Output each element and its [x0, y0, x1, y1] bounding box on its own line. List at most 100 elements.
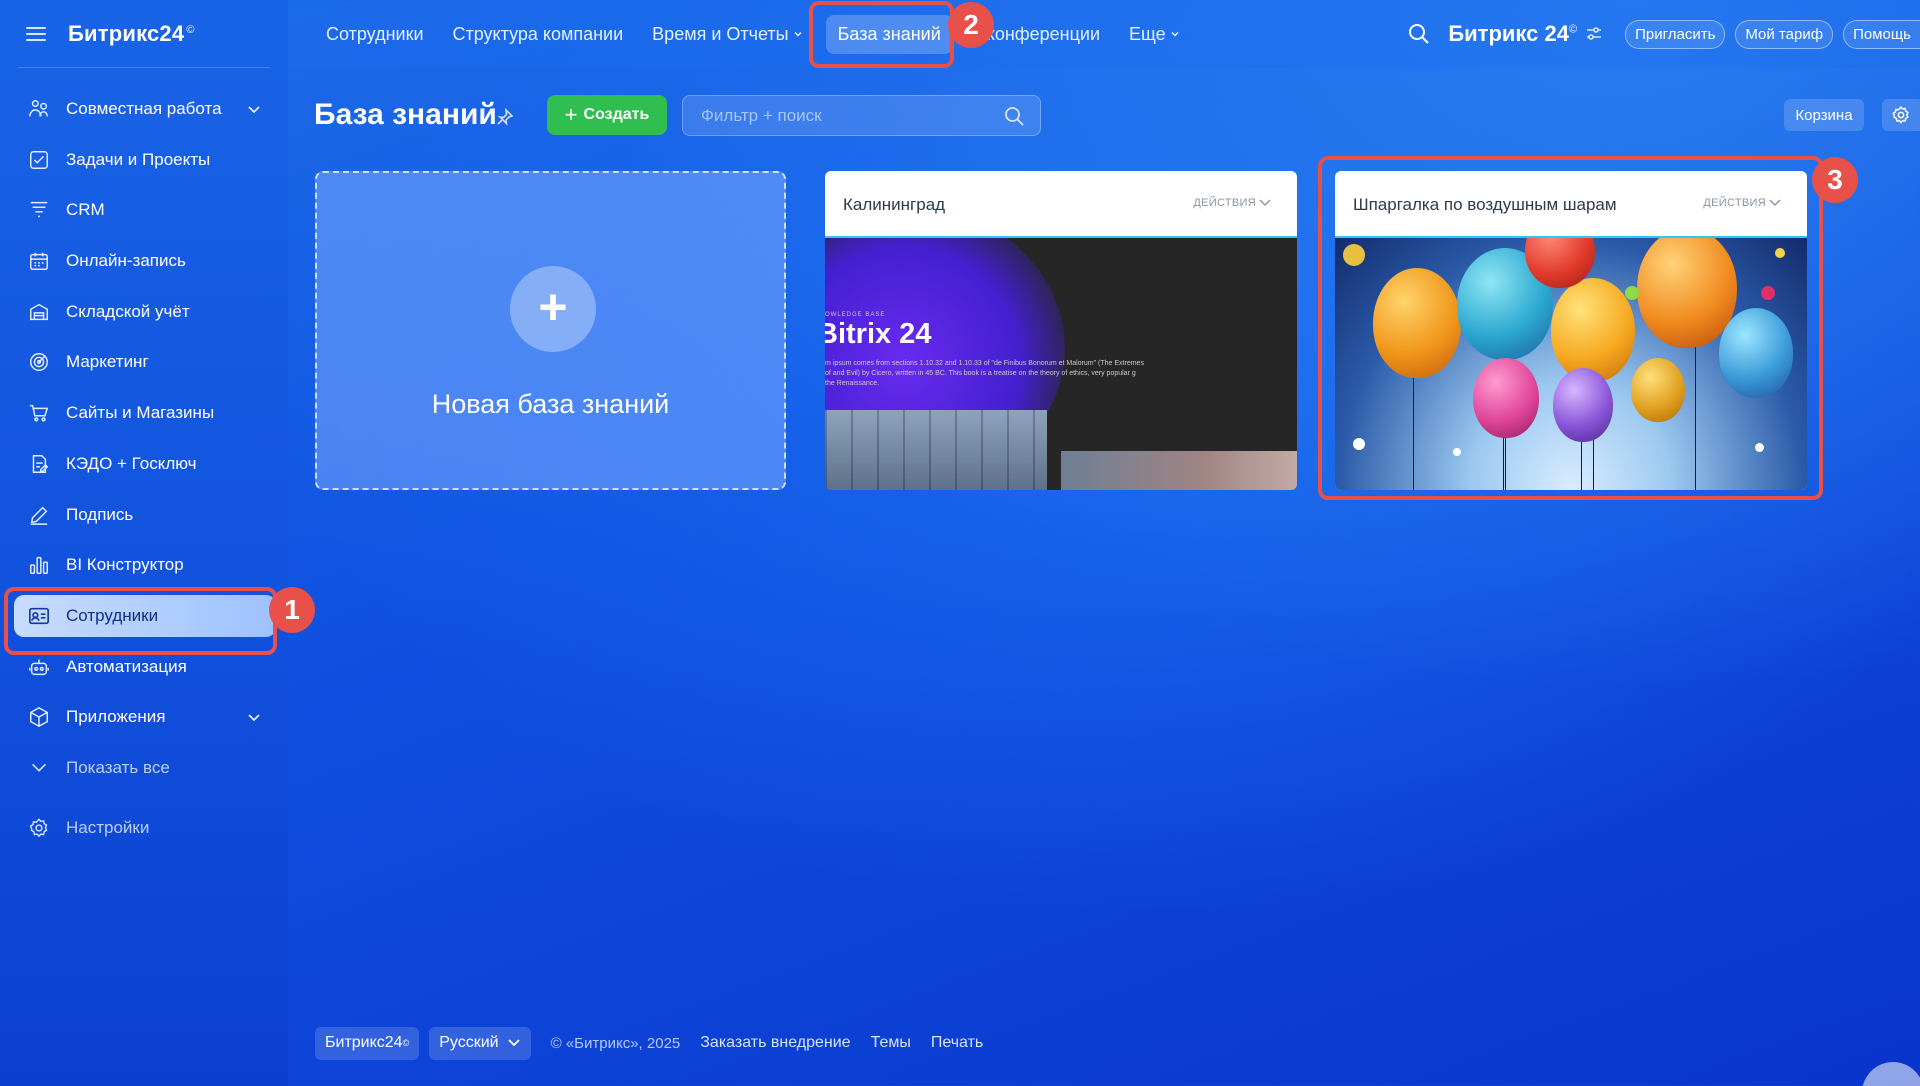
help-button[interactable]: Помощь: [1843, 19, 1920, 49]
new-card-label: Новая база знаний: [431, 389, 670, 419]
actions-label: ДЕЙСТВИЯ: [1193, 197, 1256, 209]
chevron-down-icon: [248, 106, 260, 114]
chat-bubble-button[interactable]: [1862, 1062, 1920, 1086]
footer-brand-button[interactable]: Битрикс24 ©: [315, 1026, 420, 1060]
plus-icon: +: [564, 102, 578, 127]
menu-icon[interactable]: [26, 27, 46, 41]
sidebar-item-label: Маркетинг: [66, 352, 149, 372]
plus-icon: +: [510, 266, 596, 352]
crm-funnel-icon: [30, 202, 48, 218]
sidebar-item-label: BI Конструктор: [66, 555, 184, 575]
topnav-time-reports[interactable]: Время и Отчеты: [652, 24, 802, 45]
top-nav: Сотрудники Структура компании Время и От…: [326, 0, 1209, 68]
topnav-more[interactable]: Еще: [1129, 24, 1180, 45]
sidebar-item-label: КЭДО + Госключ: [66, 453, 197, 473]
tasks-icon: [30, 150, 48, 169]
card-thumbnail: OWLEDGE BASE Bitrix 24 m ipsum comes fro…: [825, 238, 1297, 490]
sidebar-item-settings[interactable]: Настройки: [14, 807, 276, 849]
sidebar-item-label: Онлайн-запись: [66, 251, 186, 271]
gear-icon: [1892, 105, 1909, 124]
footer: Битрикс24 © Русский © «Битрикс», 2025 Зак…: [315, 1026, 1003, 1060]
chevron-down-icon: [248, 714, 260, 722]
sidebar-item-booking[interactable]: Онлайн-запись: [14, 240, 276, 282]
target-icon: [30, 353, 48, 372]
knowledge-base-card[interactable]: Калининград ДЕЙСТВИЯ OWLEDGE BASE Bitrix…: [825, 171, 1297, 490]
print-link[interactable]: Печать: [931, 1034, 983, 1052]
topnav-label: Структура компании: [452, 23, 624, 44]
order-implementation-link[interactable]: Заказать внедрение: [700, 1034, 850, 1052]
cube-icon: [30, 707, 48, 728]
highlight-frame-knowledge-base: [809, 1, 954, 68]
copyright-text: © «Битрикс», 2025: [550, 1034, 681, 1052]
sidebar-item-marketing[interactable]: Маркетинг: [14, 341, 276, 383]
sidebar-item-label: Показать все: [66, 757, 170, 777]
sidebar-item-collaboration[interactable]: Совместная работа: [14, 88, 276, 130]
pin-icon[interactable]: [496, 108, 514, 126]
top-right-toolbar: Битрикс 24© Пригласить Мой тариф Помощь: [1408, 0, 1920, 68]
new-knowledge-base-card[interactable]: + Новая база знаний: [315, 171, 786, 490]
filter-search-field: [682, 95, 1041, 136]
bar-chart-icon: [30, 557, 48, 575]
language-select[interactable]: Русский: [429, 1026, 531, 1060]
sidebar-item-show-all[interactable]: Показать все: [14, 747, 276, 789]
trash-button[interactable]: Корзина: [1784, 99, 1864, 131]
tariff-button[interactable]: Мой тариф: [1735, 19, 1834, 49]
topnav-employees[interactable]: Сотрудники: [326, 24, 424, 45]
invite-button[interactable]: Пригласить: [1625, 19, 1726, 49]
settings-sliders-icon[interactable]: [1585, 25, 1603, 43]
sidebar-item-label: Складской учёт: [66, 301, 190, 321]
chevron-down-icon: [31, 763, 47, 772]
themes-link[interactable]: Темы: [871, 1034, 911, 1052]
collab-icon: [29, 100, 48, 117]
thumbnail-title: Bitrix 24: [825, 318, 932, 350]
cart-icon: [29, 405, 49, 422]
header-brand[interactable]: Битрикс 24©: [1448, 21, 1577, 47]
sidebar-item-apps[interactable]: Приложения: [14, 696, 276, 738]
sidebar-item-label: CRM: [66, 200, 105, 220]
sidebar-item-signature[interactable]: Подпись: [14, 494, 276, 536]
topnav-label: Время и Отчеты: [652, 23, 789, 44]
card-header: Калининград ДЕЙСТВИЯ: [825, 171, 1297, 238]
page-title: База знаний: [314, 98, 497, 131]
sidebar-item-label: Совместная работа: [66, 99, 222, 118]
card-actions-menu[interactable]: ДЕЙСТВИЯ: [1193, 197, 1271, 209]
document-sign-icon: [32, 454, 49, 473]
thumbnail-photo: [1061, 451, 1297, 490]
create-button[interactable]: + Создать: [547, 95, 667, 135]
highlight-frame-employees: [4, 587, 277, 655]
sidebar-item-kedo[interactable]: КЭДО + Госключ: [14, 443, 276, 485]
divider: [18, 67, 270, 68]
topnav-label: Сотрудники: [326, 23, 424, 44]
settings-button[interactable]: [1882, 99, 1920, 131]
sidebar-item-sites[interactable]: Сайты и Магазины: [14, 392, 276, 434]
step-marker-3: 3: [1812, 157, 1858, 203]
sidebar-item-label: Задачи и Проекты: [66, 149, 211, 169]
sidebar-item-label: Сайты и Магазины: [66, 403, 215, 423]
chevron-down-icon: [794, 31, 802, 37]
warehouse-icon: [30, 303, 48, 320]
sidebar-item-label: Автоматизация: [66, 656, 187, 676]
sidebar-item-label: Подпись: [66, 504, 134, 524]
logo[interactable]: Битрикс24 ©: [68, 21, 195, 47]
sidebar-item-crm[interactable]: CRM: [14, 189, 276, 231]
sidebar-item-tasks[interactable]: Задачи и Проекты: [14, 139, 276, 181]
chevron-down-icon: [1259, 199, 1271, 206]
filter-search-input[interactable]: [683, 96, 973, 135]
thumbnail-text: m ipsum comes from sections 1.10.32 and …: [825, 360, 1144, 387]
calendar-icon: [30, 252, 48, 271]
step-marker-1: 1: [269, 587, 315, 633]
sidebar-item-warehouse[interactable]: Складской учёт: [14, 291, 276, 333]
topnav-structure[interactable]: Структура компании: [453, 24, 624, 45]
search-icon[interactable]: [1004, 106, 1024, 126]
robot-icon: [29, 659, 49, 675]
thumbnail-photo: [825, 410, 1047, 490]
sidebar-item-label: Настройки: [66, 817, 150, 837]
gear-icon: [29, 818, 48, 838]
highlight-frame-balloons-card: [1318, 156, 1823, 500]
card-title: Калининград: [843, 195, 946, 214]
chevron-down-icon: [1171, 31, 1179, 37]
search-icon[interactable]: [1408, 23, 1430, 45]
sidebar: Битрикс24 © Совместная работа Задачи и Пр…: [0, 0, 288, 1086]
sidebar-item-bi[interactable]: BI Конструктор: [14, 544, 276, 586]
top-bar: Сотрудники Структура компании Время и От…: [288, 0, 1920, 68]
